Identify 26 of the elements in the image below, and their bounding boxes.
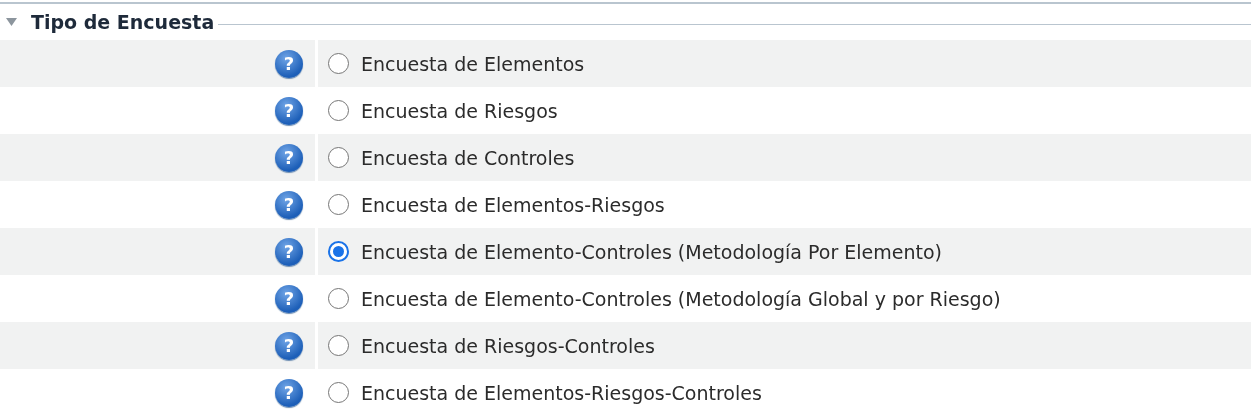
help-icon[interactable]: ? <box>275 237 303 266</box>
radio-button[interactable] <box>328 53 349 74</box>
option-label: Encuesta de Elementos-Riesgos-Controles <box>361 381 762 404</box>
help-icon[interactable]: ? <box>275 190 303 219</box>
option-label: Encuesta de Elemento-Controles (Metodología Por Elemento) <box>361 240 942 263</box>
help-icon[interactable]: ? <box>275 284 303 313</box>
help-icon[interactable]: ? <box>275 96 303 125</box>
option-label: Encuesta de Controles <box>361 146 575 169</box>
radio-button[interactable] <box>328 241 349 262</box>
radio-button[interactable] <box>328 100 349 121</box>
option-label: Encuesta de Riesgos-Controles <box>361 334 655 357</box>
help-icon[interactable]: ? <box>275 331 303 360</box>
section-title: Tipo de Encuesta <box>31 11 215 33</box>
radio-button[interactable] <box>328 147 349 168</box>
radio-button[interactable] <box>328 194 349 215</box>
radio-button[interactable] <box>328 382 349 403</box>
collapse-caret-icon[interactable] <box>6 18 17 26</box>
option-label: Encuesta de Elementos <box>361 52 585 75</box>
radio-button[interactable] <box>328 288 349 309</box>
option-label: Encuesta de Riesgos <box>361 99 558 122</box>
help-icon[interactable]: ? <box>275 378 303 407</box>
option-label: Encuesta de Elemento-Controles (Metodología Global y por Riesgo) <box>361 287 1001 310</box>
help-icon[interactable]: ? <box>275 143 303 172</box>
option-label: Encuesta de Elementos-Riesgos <box>361 193 665 216</box>
radio-button[interactable] <box>328 335 349 356</box>
help-icon[interactable]: ? <box>275 49 303 78</box>
